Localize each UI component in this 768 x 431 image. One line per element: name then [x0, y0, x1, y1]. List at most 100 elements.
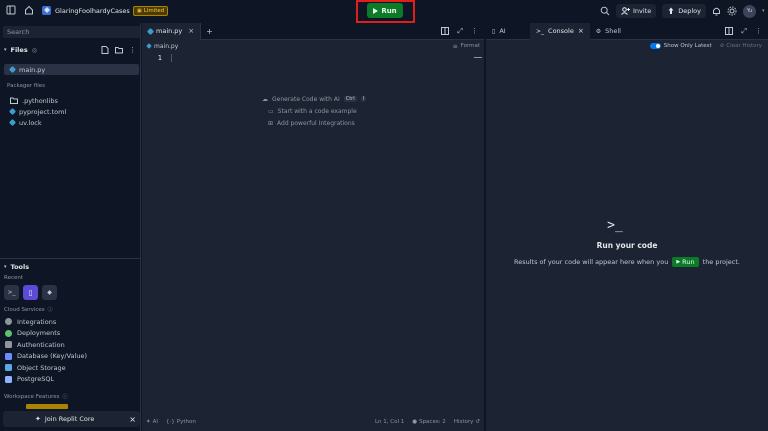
editor-pane: main.py × + ⤢ ⋮ main.py ≡ Format 1 ☁ Gen… [142, 22, 484, 431]
search-input[interactable]: Search [3, 26, 140, 38]
inline-run-label: Run [682, 258, 695, 266]
tab-ai[interactable]: ▯ AI [486, 23, 530, 40]
tab-console[interactable]: >_ Console × [530, 22, 590, 40]
file-item[interactable]: uv.lock [4, 117, 139, 128]
file-item[interactable]: pyproject.toml [4, 106, 139, 117]
play-icon [373, 7, 379, 14]
expand-icon[interactable]: ⤢ [741, 27, 747, 36]
add-tab-icon[interactable]: + [206, 27, 213, 36]
file-item[interactable]: .pythonlibs [4, 95, 139, 106]
close-icon[interactable]: × [578, 27, 584, 35]
plan-badge-wrap[interactable]: ▣ Limited [133, 6, 169, 16]
search-icon[interactable] [600, 6, 610, 16]
clear-history-button[interactable]: ⊘ Clear History [720, 43, 762, 49]
line-number: 1 [157, 53, 162, 62]
tool-item-label: Database (Key/Value) [17, 352, 87, 361]
repl-name[interactable]: GlaringFoolhardyCases [55, 7, 130, 15]
info-icon[interactable]: ⓘ [48, 306, 53, 313]
agent-icon: ▯ [28, 288, 33, 297]
cursor-position[interactable]: Ln 1, Col 1 [375, 419, 404, 425]
tab-label: AI [499, 27, 506, 35]
ai-icon: ✦ [146, 419, 151, 425]
deploy-button[interactable]: Deploy [662, 4, 707, 18]
new-file-icon[interactable] [101, 46, 109, 54]
expand-icon[interactable]: ⤢ [457, 27, 463, 36]
packager-files-header: Packager files [7, 83, 46, 89]
spaces-setting[interactable]: ● Spaces: 2 [412, 419, 446, 425]
tool-item-database[interactable]: Database (Key/Value) [5, 351, 140, 363]
new-folder-icon[interactable] [115, 46, 123, 54]
tool-item-object-storage[interactable]: Object Storage [5, 362, 140, 374]
tool-item-deployments[interactable]: Deployments [5, 328, 140, 340]
deploy-tool-button[interactable]: ◆ [42, 285, 57, 300]
terminal-icon: >_ [536, 27, 545, 35]
empty-message-prefix: Results of your code will appear here wh… [513, 258, 669, 266]
file-name: .pythonlibs [22, 96, 58, 105]
lock-file-icon [8, 118, 17, 127]
more-vertical-icon[interactable]: ⋮ [755, 27, 762, 35]
tab-main-py[interactable]: main.py × [142, 22, 202, 40]
more-vertical-icon[interactable]: ⋮ [129, 46, 136, 54]
tab-label: Shell [605, 27, 621, 35]
split-pane-icon[interactable] [725, 27, 734, 35]
pane-resizer[interactable] [484, 23, 486, 431]
close-icon[interactable]: × [188, 27, 194, 35]
info-icon[interactable]: ⓘ [62, 393, 67, 400]
avatar[interactable]: Yu [743, 4, 757, 18]
close-icon[interactable]: × [129, 415, 136, 424]
tools-header[interactable]: Tools [11, 263, 30, 271]
breadcrumb[interactable]: main.py [154, 43, 178, 50]
tool-item-label: PostgreSQL [17, 375, 55, 384]
more-vertical-icon[interactable]: ⋮ [471, 27, 478, 35]
chevron-down-icon[interactable]: ▾ [4, 47, 7, 53]
cloud-services-header: Cloud Services ⓘ [4, 306, 53, 314]
inline-run-button[interactable]: ▶ Run [672, 257, 699, 267]
tool-item-postgresql[interactable]: PostgreSQL [5, 374, 140, 386]
tab-shell[interactable]: ⚙ Shell [590, 23, 627, 40]
repl-icon [42, 5, 51, 15]
sparkle-icon: ✦ [35, 415, 41, 423]
ai-status-button[interactable]: ✦ AI [146, 419, 158, 425]
file-item[interactable]: main.py [4, 64, 139, 75]
format-button[interactable]: ≡ Format [453, 43, 480, 50]
chevron-down-icon[interactable]: ▾ [4, 264, 7, 270]
run-button[interactable]: Run [367, 3, 403, 18]
home-icon[interactable] [24, 5, 34, 15]
tool-item-integrations[interactable]: Integrations [5, 316, 140, 328]
lock-icon: ▣ [137, 8, 142, 14]
deploy-icon: ◆ [47, 289, 52, 296]
top-bar: GlaringFoolhardyCases ▣ Limited Run Invi… [0, 0, 768, 23]
ai-icon: ☁ [262, 95, 268, 103]
tool-item-label: Authentication [17, 340, 65, 349]
eye-icon[interactable]: ◎ [32, 47, 37, 54]
chevron-down-icon[interactable]: ▾ [762, 8, 765, 14]
tool-item-authentication[interactable]: Authentication [5, 339, 140, 351]
gear-icon[interactable] [727, 6, 737, 16]
hint-generate-code[interactable]: ☁ Generate Code with AI Ctrl I [262, 94, 367, 104]
hint-text: Start with a code example [277, 107, 357, 115]
agent-tool-button[interactable]: ▯ [23, 285, 38, 300]
tool-item-label: Deployments [17, 329, 61, 338]
files-header[interactable]: Files [11, 46, 28, 54]
split-pane-icon[interactable] [441, 27, 450, 35]
join-replit-core-banner[interactable]: ✦ Join Replit Core × [3, 411, 140, 427]
avatar-initials: Yu [746, 8, 753, 14]
show-only-latest-toggle[interactable]: Show Only Latest [649, 43, 712, 49]
clear-icon: ⊘ [719, 43, 725, 49]
sidebar-toggle-icon[interactable] [6, 5, 16, 15]
document-icon: ▭ [268, 107, 274, 115]
recent-label: Recent [4, 275, 24, 281]
language-selector[interactable]: {·} Python [166, 419, 196, 425]
invite-button[interactable]: Invite [616, 4, 657, 18]
deployments-icon [5, 329, 12, 337]
bell-icon[interactable] [712, 6, 721, 16]
empty-title: Run your code [596, 241, 658, 250]
run-label: Run [381, 6, 397, 15]
code-line[interactable]: 1 [142, 52, 484, 63]
cloud-services-list: Integrations Deployments Authentication … [5, 316, 140, 385]
toggle-switch[interactable] [649, 43, 661, 49]
console-tool-button[interactable]: >_ [4, 285, 19, 300]
hint-integrations[interactable]: ⊞ Add powerful Integrations [262, 118, 366, 128]
history-button[interactable]: History ↺ [454, 419, 480, 425]
hint-code-example[interactable]: ▭ Start with a code example [262, 106, 366, 116]
